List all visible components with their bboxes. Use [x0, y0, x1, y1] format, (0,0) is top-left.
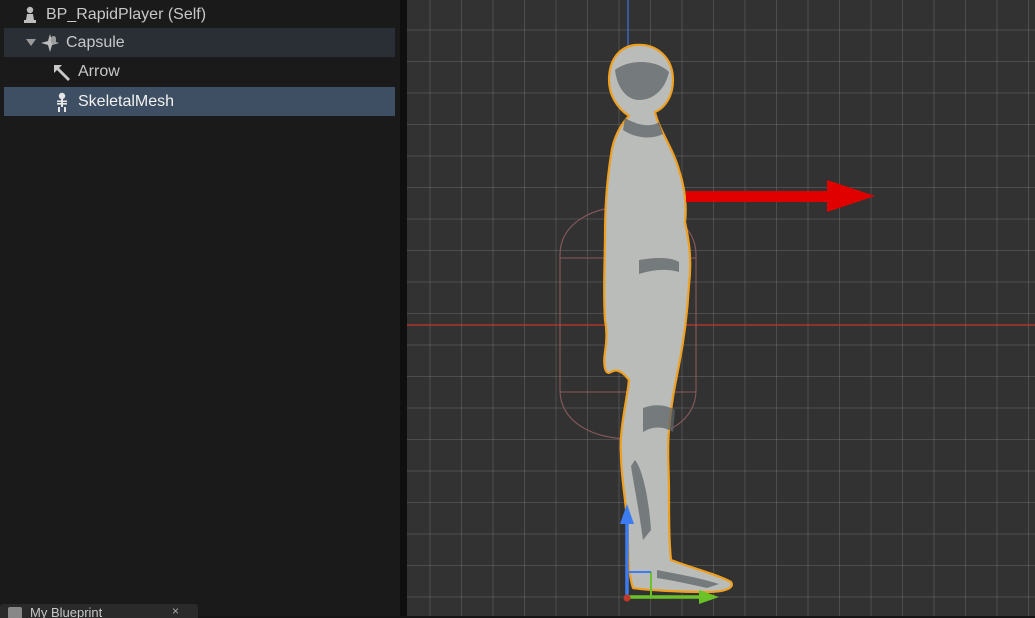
- pawn-icon: [20, 5, 40, 25]
- tree-item-self[interactable]: BP_RapidPlayer (Self): [4, 0, 395, 29]
- tree-item-skeletalmesh[interactable]: SkeletalMesh: [4, 87, 395, 116]
- components-panel: BP_RapidPlayer (Self) Capsule Arrow Skel…: [0, 0, 400, 618]
- tree-item-arrow[interactable]: Arrow: [4, 57, 395, 86]
- viewport[interactable]: [407, 0, 1035, 616]
- forward-arrow: [686, 180, 875, 212]
- skeleton-icon: [52, 92, 72, 112]
- blueprint-icon: [8, 607, 22, 618]
- tree-item-label: SkeletalMesh: [78, 92, 175, 110]
- viewport-scene: [407, 0, 1035, 604]
- chevron-down-icon[interactable]: [24, 38, 38, 47]
- tree-item-label: Arrow: [78, 62, 120, 80]
- tree-item-label: BP_RapidPlayer (Self): [46, 5, 207, 23]
- arrow-component-icon: [52, 62, 72, 82]
- tree-item-label: Capsule: [66, 33, 125, 51]
- tree-item-capsule[interactable]: Capsule: [4, 28, 395, 57]
- capsule-icon: [40, 33, 60, 53]
- panel-splitter[interactable]: [400, 0, 407, 616]
- tab-label: My Blueprint: [30, 605, 103, 618]
- character-mesh: [603, 43, 733, 594]
